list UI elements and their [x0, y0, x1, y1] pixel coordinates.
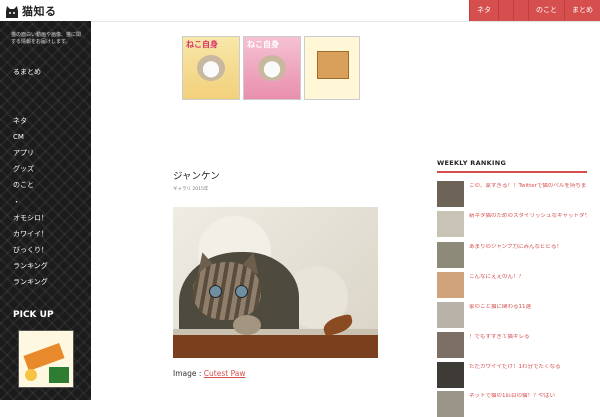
top-nav: ネタ のこと まとめ	[469, 0, 600, 21]
ranking-thumbnail	[437, 211, 464, 237]
sidebar-item[interactable]: CM	[0, 129, 91, 145]
cat-house-banner[interactable]	[304, 36, 360, 100]
sidebar-item[interactable]: ・	[0, 194, 91, 210]
cat-photo-icon	[197, 55, 225, 81]
nav-item-2[interactable]	[498, 0, 513, 21]
kitten-head	[193, 262, 261, 320]
pickup-title: PICK UP	[13, 310, 54, 320]
cat-logo-icon	[4, 4, 20, 18]
ranking-thumbnail	[437, 181, 464, 207]
nav-item-matome[interactable]: まとめ	[564, 0, 600, 21]
kitten-photo	[173, 207, 378, 358]
ranking-item-title: 家のこと猫に関わる11選	[469, 304, 531, 310]
sidebar-item[interactable]: オモシロ！	[0, 210, 91, 226]
ranking-item[interactable]: 新ネタ猫のためのスタイリッシュなキャットタワー	[437, 211, 587, 237]
image-caption: Image : Cutest Paw	[173, 369, 246, 378]
ranking-item[interactable]: あまりのジャンプ力にみんなビビる！	[437, 242, 587, 268]
magazine-banner-2[interactable]: ねこ自身	[243, 36, 301, 100]
ranking-thumbnail	[437, 272, 464, 298]
nav-item-neta[interactable]: ネタ	[469, 0, 498, 21]
pickup-banner-image[interactable]	[18, 330, 74, 388]
caption-prefix: Image :	[173, 369, 204, 378]
caption-source-link[interactable]: Cutest Paw	[204, 369, 246, 378]
ranking-item[interactable]: 家のこと猫に関わる11選	[437, 302, 587, 328]
ranking-item-title: ただカワイイだけ！1わ分でたくなる	[469, 364, 561, 370]
magazine-title: ねこ自身	[186, 40, 218, 49]
ranking-item[interactable]: ネットで猫の1匹目の猫！？やばい	[437, 391, 587, 417]
site-description: 猫の面白い動画や画像、猫に関する情報をお届けします。	[11, 32, 82, 45]
site-logo[interactable]: 猫知る	[4, 2, 57, 19]
magazine-title: ねこ自身	[247, 40, 279, 49]
post-meta: ギャラリ 2015年	[173, 187, 209, 192]
cat-photo-icon	[258, 55, 286, 81]
sidebar: 猫の面白い動画や画像、猫に関する情報をお届けします。 るまとめ ネタ CM アプ…	[0, 21, 91, 400]
ranking-thumbnail	[437, 242, 464, 268]
ranking-title: WEEKLY RANKING	[437, 159, 587, 173]
sidebar-item[interactable]: アプリ	[0, 145, 91, 161]
ranking-thumbnail	[437, 391, 464, 417]
sidebar-item[interactable]: のこと	[0, 177, 91, 193]
logo-text: 猫知る	[22, 4, 57, 18]
kitten-eye-right	[235, 285, 248, 298]
sidebar-item[interactable]	[0, 80, 91, 96]
sidebar-item[interactable]: ランキング	[0, 274, 91, 290]
top-bar: 猫知る ネタ のこと まとめ	[0, 0, 600, 22]
post-title: ジャンケン	[173, 171, 220, 182]
ranking-item-title: こんなにええのん！？	[469, 274, 525, 280]
ranking-item[interactable]: こんなにええのん！？	[437, 272, 587, 298]
sidebar-item[interactable]: ネタ	[0, 113, 91, 129]
cat-house-icon	[317, 51, 349, 79]
ranking-thumbnail	[437, 332, 464, 358]
kitten-eye-left	[209, 285, 222, 298]
sidebar-item[interactable]	[0, 96, 91, 112]
sidebar-item[interactable]: カワイイ！	[0, 226, 91, 242]
sidebar-item[interactable]: るまとめ	[0, 64, 91, 80]
sidebar-item[interactable]: ランキング	[0, 258, 91, 274]
ranking-item-title: ！でもすすぎて猫キレる	[469, 334, 530, 340]
magazine-banner-1[interactable]: ねこ自身	[182, 36, 240, 100]
ranking-item[interactable]: ！でもすすぎて猫キレる	[437, 332, 587, 358]
wood-plank	[173, 335, 378, 358]
ranking-item-title: あまりのジャンプ力にみんなビビる！	[469, 244, 563, 250]
ranking-item[interactable]: この、家すぎる！！Twitterで猫のベルを持ちまくる猫	[437, 181, 587, 207]
nav-item-nokoto[interactable]: のこと	[528, 0, 564, 21]
weekly-ranking: WEEKLY RANKING この、家すぎる！！Twitterで猫のベルを持ちま…	[437, 159, 587, 417]
nav-item-3[interactable]	[513, 0, 528, 21]
sidebar-item[interactable]: グッズ	[0, 161, 91, 177]
sidebar-menu: るまとめ ネタ CM アプリ グッズ のこと ・ オモシロ！ カワイイ！ びっく…	[0, 64, 91, 291]
ranking-item-title: 新ネタ猫のためのスタイリッシュなキャットタワー	[469, 213, 587, 219]
kitten-paw	[233, 315, 261, 335]
ranking-item-title: この、家すぎる！！Twitterで猫のベルを持ちまくる猫	[469, 183, 587, 189]
sidebar-item[interactable]: びっくり！	[0, 242, 91, 258]
ranking-item-title: ネットで猫の1匹目の猫！？やばい	[469, 393, 556, 399]
banner-row: ねこ自身 ねこ自身	[182, 36, 360, 100]
ranking-item[interactable]: ただカワイイだけ！1わ分でたくなる	[437, 362, 587, 388]
ranking-thumbnail	[437, 302, 464, 328]
ranking-thumbnail	[437, 362, 464, 388]
